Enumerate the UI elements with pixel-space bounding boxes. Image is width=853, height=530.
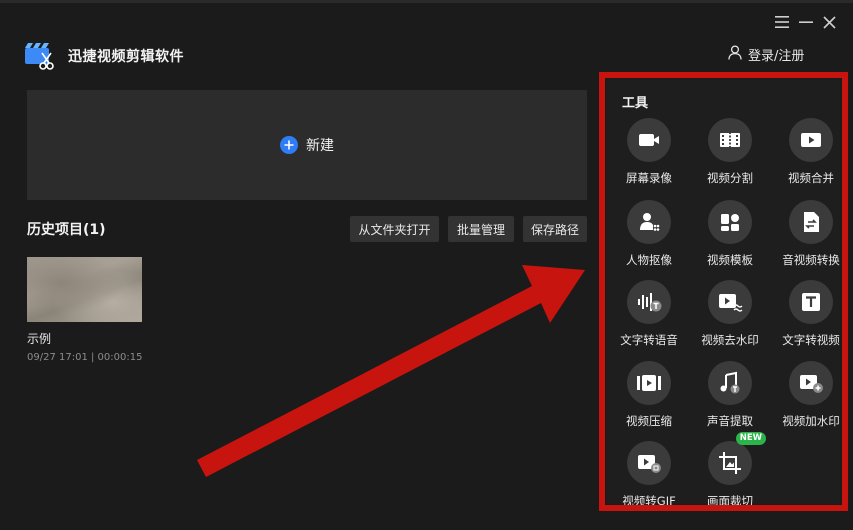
save-path-button[interactable]: 保存路径 (523, 216, 587, 242)
tool-label: 屏幕录像 (626, 171, 672, 185)
close-icon[interactable] (819, 12, 839, 32)
file-convert-icon (789, 200, 833, 244)
tool-text-to-video[interactable]: 文字转视频 (769, 280, 853, 348)
login-register-link[interactable]: 登录/注册 (728, 45, 804, 64)
plus-circle-icon (280, 136, 298, 154)
history-title: 历史项目(1) (27, 222, 106, 238)
tool-video-merge[interactable]: 视频合并 (769, 118, 853, 186)
tool-label: 视频转GIF (622, 494, 676, 508)
app-window: 迅捷视频剪辑软件 登录/注册 新建 历史项目(1) 从文件夹打开 批量管理 保存… (0, 0, 853, 530)
video-merge-icon (789, 118, 833, 162)
batch-manage-button[interactable]: 批量管理 (448, 216, 514, 242)
project-meta: 09/27 17:01 | 00:00:15 (27, 352, 143, 363)
tool-label: 视频分割 (707, 171, 753, 185)
video-compress-icon (627, 361, 671, 405)
music-extract-icon (708, 361, 752, 405)
tools-title: 工具 (622, 96, 649, 111)
clapperboard-scissors-icon (24, 42, 54, 70)
open-from-folder-button[interactable]: 从文件夹打开 (350, 216, 439, 242)
hamburger-icon[interactable] (772, 12, 792, 32)
video-to-gif-icon (627, 441, 671, 485)
add-watermark-icon (789, 361, 833, 405)
tool-label: 人物抠像 (626, 253, 672, 267)
project-name: 示例 (27, 332, 52, 346)
tool-label: 视频合并 (788, 171, 834, 185)
person-cutout-icon (627, 200, 671, 244)
tool-video-compress[interactable]: 视频压缩 (607, 361, 691, 429)
film-split-icon (708, 118, 752, 162)
text-to-speech-icon (627, 280, 671, 324)
tool-label: 视频去水印 (701, 333, 759, 347)
remove-watermark-icon (708, 280, 752, 324)
tool-video-split[interactable]: 视频分割 (688, 118, 772, 186)
tool-remove-watermark[interactable]: 视频去水印 (688, 280, 772, 348)
tool-video-to-gif[interactable]: 视频转GIF (607, 441, 691, 509)
tool-label: 声音提取 (707, 414, 753, 428)
tool-label: 音视频转换 (782, 253, 840, 267)
new-project-button[interactable]: 新建 (27, 90, 587, 200)
user-icon (728, 45, 742, 64)
tool-label: 视频模板 (707, 253, 753, 267)
login-label: 登录/注册 (748, 49, 805, 64)
tool-audio-extract[interactable]: 声音提取 (688, 361, 772, 429)
tool-av-convert[interactable]: 音视频转换 (769, 200, 853, 268)
crop-icon: NEW (708, 432, 766, 485)
project-thumbnail (27, 257, 142, 322)
app-title: 迅捷视频剪辑软件 (68, 49, 184, 65)
tool-text-to-speech[interactable]: 文字转语音 (607, 280, 691, 348)
tool-crop[interactable]: NEW 画面裁切 (688, 432, 772, 509)
new-badge: NEW (735, 432, 766, 445)
camera-icon (627, 118, 671, 162)
project-card[interactable]: 示例 09/27 17:01 | 00:00:15 (27, 257, 142, 363)
new-project-label: 新建 (306, 138, 334, 154)
tool-screen-record[interactable]: 屏幕录像 (607, 118, 691, 186)
minimize-icon[interactable] (796, 12, 816, 32)
window-top-edge (0, 0, 853, 3)
tool-video-template[interactable]: 视频模板 (688, 200, 772, 268)
tool-label: 画面裁切 (707, 494, 753, 508)
template-icon (708, 200, 752, 244)
tool-label: 视频压缩 (626, 414, 672, 428)
tool-add-watermark[interactable]: 视频加水印 (769, 361, 853, 429)
text-to-video-icon (789, 280, 833, 324)
tool-label: 文字转语音 (620, 333, 678, 347)
tool-label: 文字转视频 (782, 333, 840, 347)
tool-person-cutout[interactable]: 人物抠像 (607, 200, 691, 268)
tool-label: 视频加水印 (782, 414, 840, 428)
